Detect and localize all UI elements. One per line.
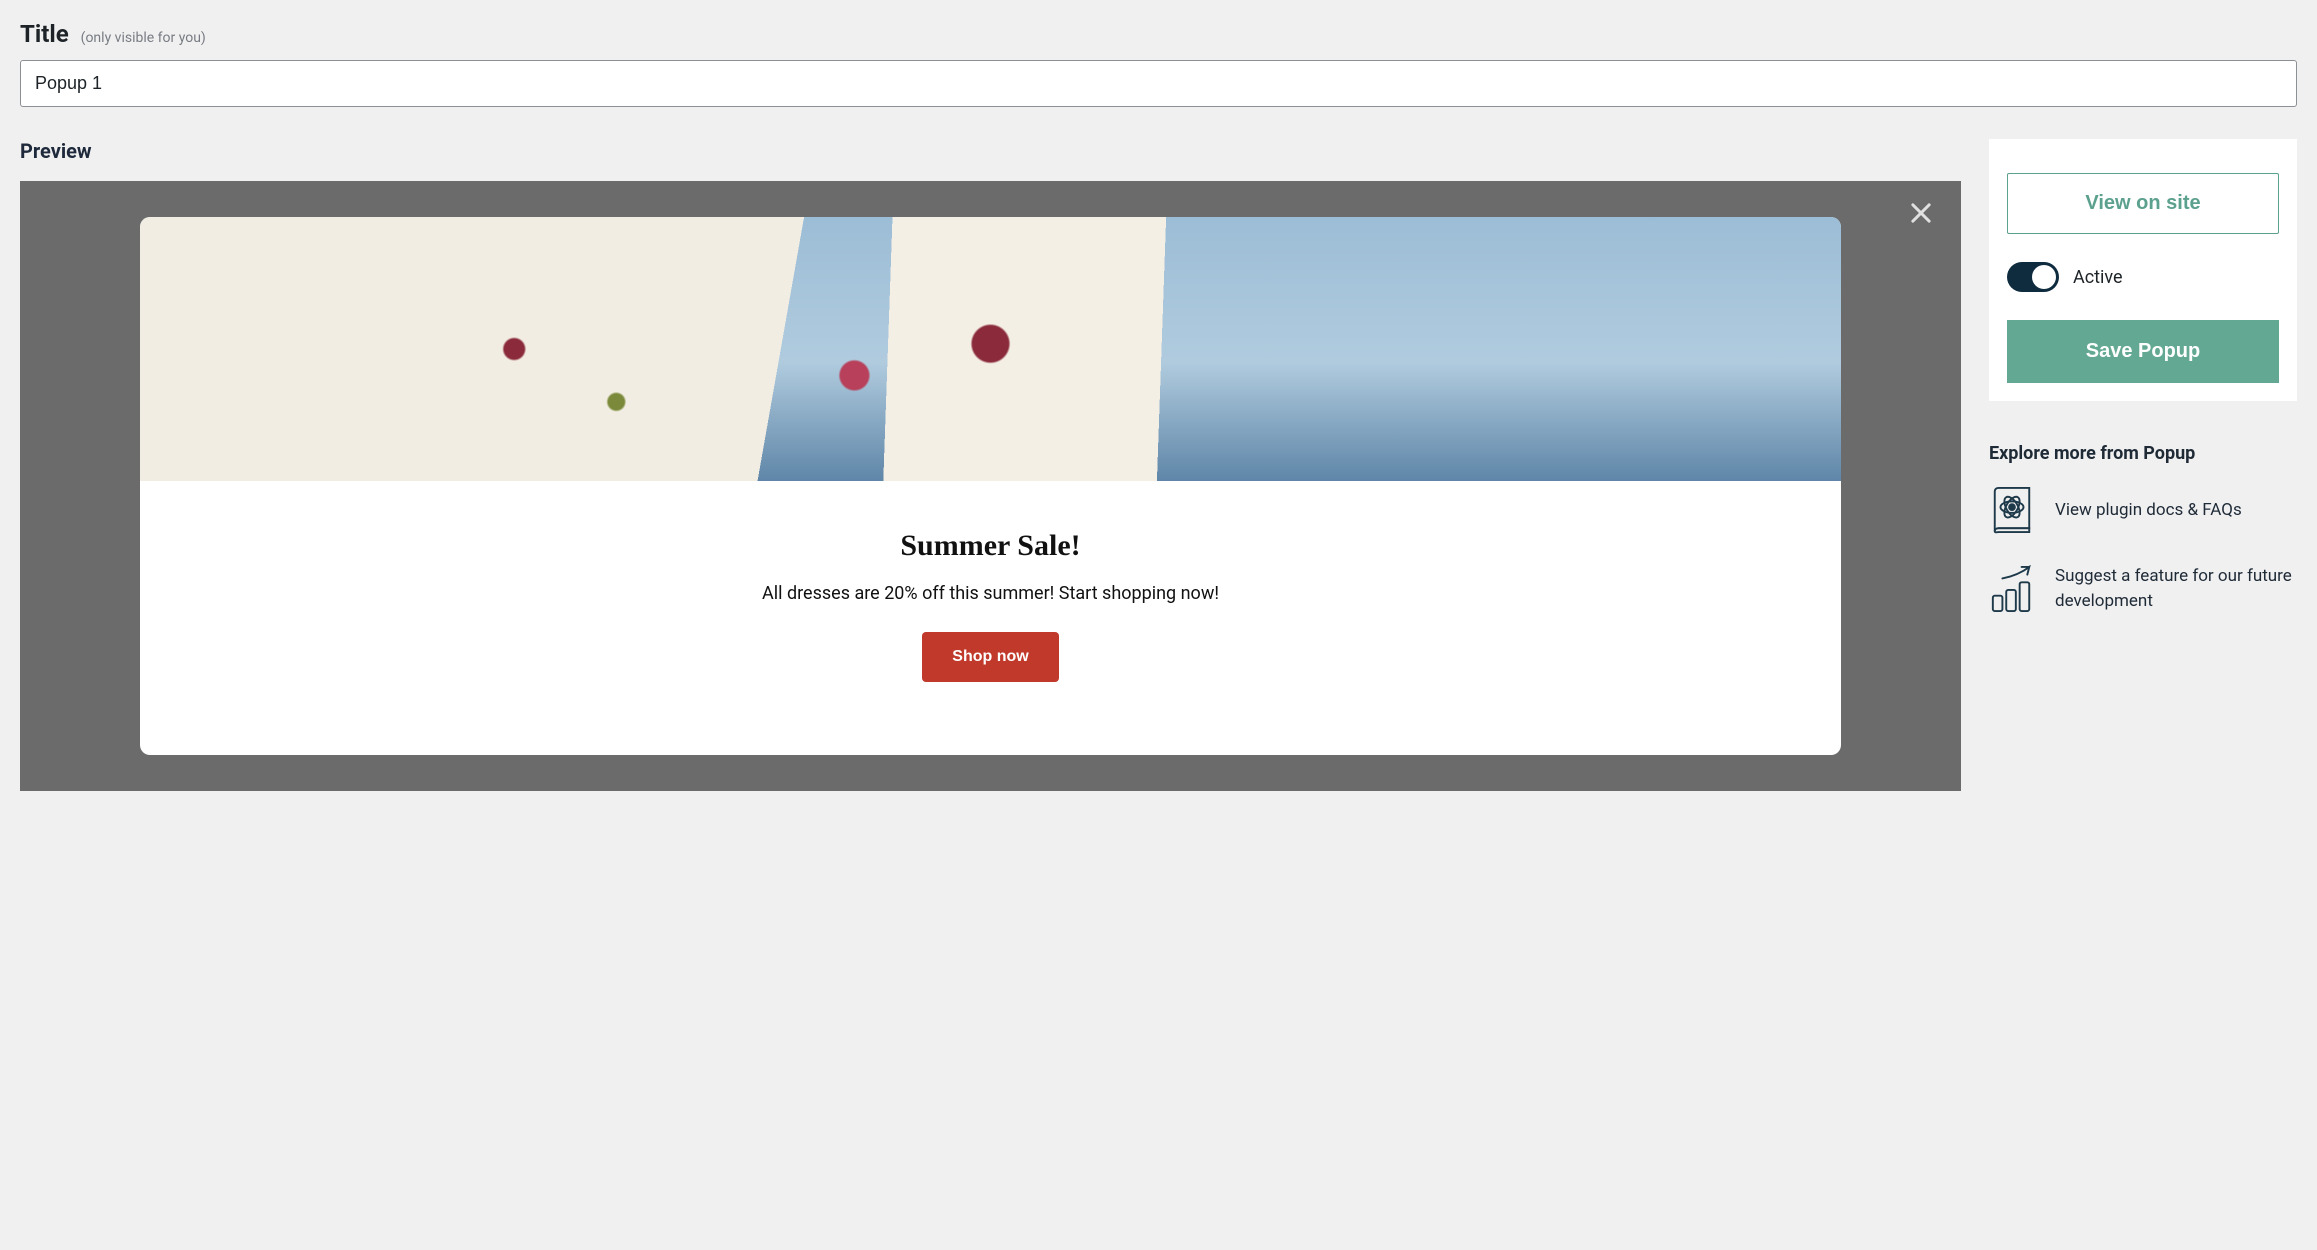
explore-heading: Explore more from Popup xyxy=(1989,443,2297,464)
shop-now-button[interactable]: Shop now xyxy=(922,632,1058,682)
popup-heading: Summer Sale! xyxy=(900,529,1080,563)
title-label: Title xyxy=(20,20,69,48)
popup-subheading: All dresses are 20% off this summer! Sta… xyxy=(762,583,1219,604)
growth-chart-icon xyxy=(1989,565,2035,613)
save-popup-button[interactable]: Save Popup xyxy=(2007,320,2279,383)
explore-item-label: View plugin docs & FAQs xyxy=(2055,498,2242,523)
active-toggle[interactable] xyxy=(2007,262,2059,292)
active-toggle-label: Active xyxy=(2073,267,2123,288)
explore-item-label: Suggest a feature for our future develop… xyxy=(2055,564,2297,613)
close-icon[interactable] xyxy=(1907,199,1935,227)
popup-card: Summer Sale! All dresses are 20% off thi… xyxy=(140,217,1841,755)
popup-hero-image xyxy=(140,217,1841,481)
publish-panel: View on site Active Save Popup xyxy=(1989,139,2297,401)
view-on-site-button[interactable]: View on site xyxy=(2007,173,2279,234)
title-hint: (only visible for you) xyxy=(81,30,206,46)
preview-label: Preview xyxy=(20,139,1961,163)
explore-suggest-link[interactable]: Suggest a feature for our future develop… xyxy=(1989,564,2297,613)
preview-stage: Summer Sale! All dresses are 20% off thi… xyxy=(20,181,1961,791)
explore-docs-link[interactable]: View plugin docs & FAQs xyxy=(1989,486,2297,534)
book-atom-icon xyxy=(1989,486,2035,534)
title-input[interactable] xyxy=(20,60,2297,107)
